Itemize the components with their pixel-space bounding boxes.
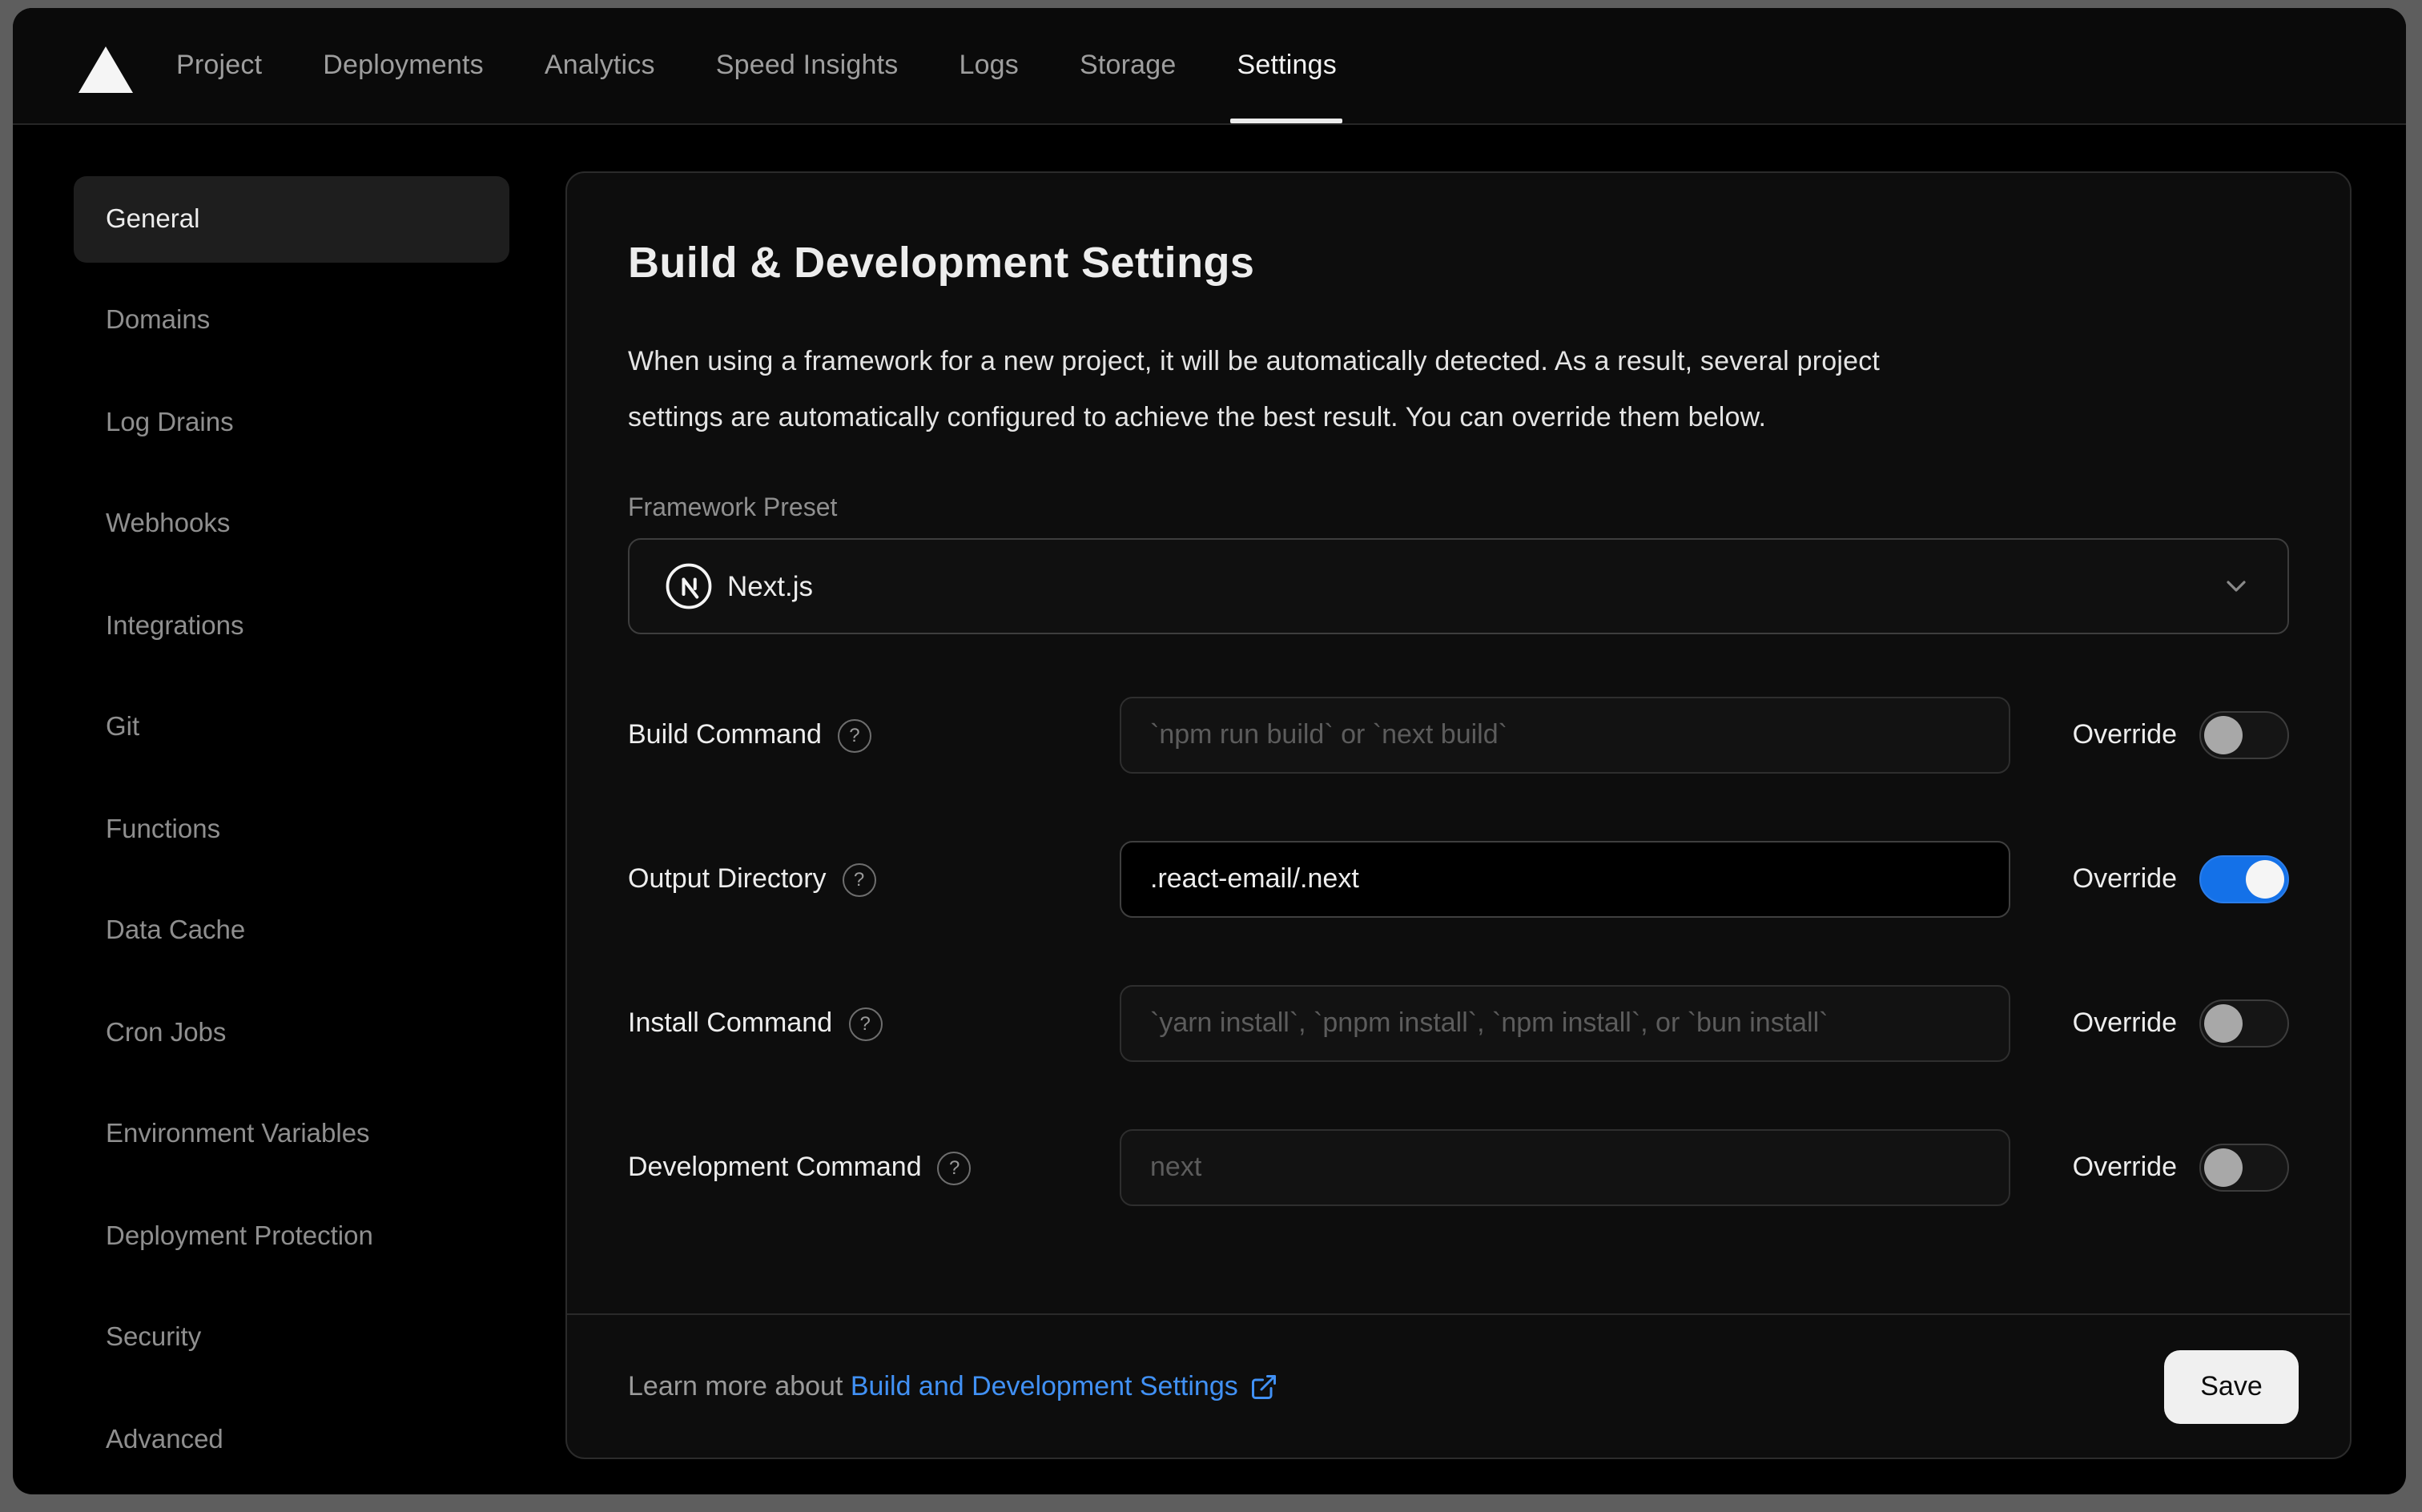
install-command-input[interactable] <box>1120 985 2010 1062</box>
sidebar-item-advanced[interactable]: Advanced <box>74 1397 509 1483</box>
framework-preset-value: Next.js <box>727 569 813 601</box>
tab-speed-insights[interactable]: Speed Insights <box>716 8 899 123</box>
override-label: Override <box>2072 863 2177 894</box>
save-button[interactable]: Save <box>2164 1349 2299 1423</box>
settings-sidebar: General Domains Log Drains Webhooks Inte… <box>74 176 538 1494</box>
sidebar-item-deployment-protection[interactable]: Deployment Protection <box>74 1193 509 1280</box>
sidebar-item-cron-jobs[interactable]: Cron Jobs <box>74 990 509 1076</box>
nextjs-logo-icon <box>666 563 712 609</box>
output-directory-row: Output Directory ? Override <box>628 841 2289 918</box>
sidebar-item-domains[interactable]: Domains <box>74 278 509 364</box>
development-command-label: Development Command <box>628 1152 922 1182</box>
sidebar-item-integrations[interactable]: Integrations <box>74 583 509 670</box>
page-title: Build & Development Settings <box>628 239 1255 287</box>
tab-storage[interactable]: Storage <box>1080 8 1177 123</box>
vercel-triangle-icon[interactable] <box>78 46 133 93</box>
app-window: Project Deployments Analytics Speed Insi… <box>13 8 2406 1494</box>
sidebar-item-log-drains[interactable]: Log Drains <box>74 380 509 466</box>
sidebar-item-security[interactable]: Security <box>74 1295 509 1381</box>
description-line-2: settings are automatically configured to… <box>628 402 1767 432</box>
top-nav: Project Deployments Analytics Speed Insi… <box>13 8 2406 125</box>
toggle-knob <box>2204 1004 2243 1043</box>
build-dev-settings-card: Build & Development Settings When using … <box>565 171 2352 1459</box>
development-command-override-toggle[interactable] <box>2199 1144 2289 1192</box>
sidebar-item-general[interactable]: General <box>74 176 509 263</box>
build-command-input[interactable] <box>1120 697 2010 774</box>
override-label: Override <box>2072 1007 2177 1038</box>
build-command-label: Build Command <box>628 719 822 750</box>
card-footer: Learn more about Build and Development S… <box>567 1313 2350 1458</box>
active-tab-underline <box>1230 119 1343 123</box>
page: Project Deployments Analytics Speed Insi… <box>0 0 2422 1512</box>
tab-settings-label: Settings <box>1237 50 1337 80</box>
nav-tabs: Project Deployments Analytics Speed Insi… <box>176 8 1343 123</box>
tab-project[interactable]: Project <box>176 8 262 123</box>
framework-preset-select[interactable]: Next.js <box>628 538 2289 634</box>
sidebar-item-webhooks[interactable]: Webhooks <box>74 481 509 568</box>
sidebar-item-functions[interactable]: Functions <box>74 786 509 873</box>
toggle-knob <box>2204 1148 2243 1187</box>
output-directory-override-toggle[interactable] <box>2199 855 2289 903</box>
install-command-row: Install Command ? Override <box>628 985 2289 1062</box>
tab-settings[interactable]: Settings <box>1230 8 1343 123</box>
sidebar-item-git[interactable]: Git <box>74 685 509 771</box>
help-icon[interactable]: ? <box>848 1007 883 1040</box>
tab-deployments[interactable]: Deployments <box>323 8 484 123</box>
sidebar-item-data-cache[interactable]: Data Cache <box>74 888 509 975</box>
external-link-icon <box>1251 1374 1276 1398</box>
override-label: Override <box>2072 719 2177 750</box>
output-directory-label: Output Directory <box>628 863 827 894</box>
link-label: Build and Development Settings <box>850 1370 1238 1401</box>
install-command-override-toggle[interactable] <box>2199 999 2289 1048</box>
override-label: Override <box>2072 1152 2177 1182</box>
chevron-down-icon <box>2227 581 2246 592</box>
card-content: Build & Development Settings When using … <box>567 173 2350 1206</box>
settings-rows: Build Command ? Override Output Director… <box>628 697 2289 1206</box>
build-dev-settings-link[interactable]: Build and Development Settings <box>851 1370 1278 1402</box>
development-command-input[interactable] <box>1120 1129 2010 1206</box>
toggle-knob <box>2204 716 2243 754</box>
tab-analytics[interactable]: Analytics <box>545 8 655 123</box>
learn-more-text: Learn more about <box>628 1370 843 1401</box>
description-line-1: When using a framework for a new project… <box>628 346 1881 376</box>
toggle-knob <box>2246 860 2284 899</box>
help-icon[interactable]: ? <box>937 1151 972 1184</box>
card-description: When using a framework for a new project… <box>628 333 2289 445</box>
build-command-override-toggle[interactable] <box>2199 711 2289 759</box>
install-command-label: Install Command <box>628 1007 833 1038</box>
tab-logs[interactable]: Logs <box>959 8 1019 123</box>
framework-preset-label: Framework Preset <box>628 495 838 522</box>
help-icon[interactable]: ? <box>837 718 871 752</box>
build-command-row: Build Command ? Override <box>628 697 2289 774</box>
output-directory-input[interactable] <box>1120 841 2010 918</box>
help-icon[interactable]: ? <box>842 863 876 896</box>
development-command-row: Development Command ? Override <box>628 1129 2289 1206</box>
sidebar-item-environment-variables[interactable]: Environment Variables <box>74 1092 509 1178</box>
